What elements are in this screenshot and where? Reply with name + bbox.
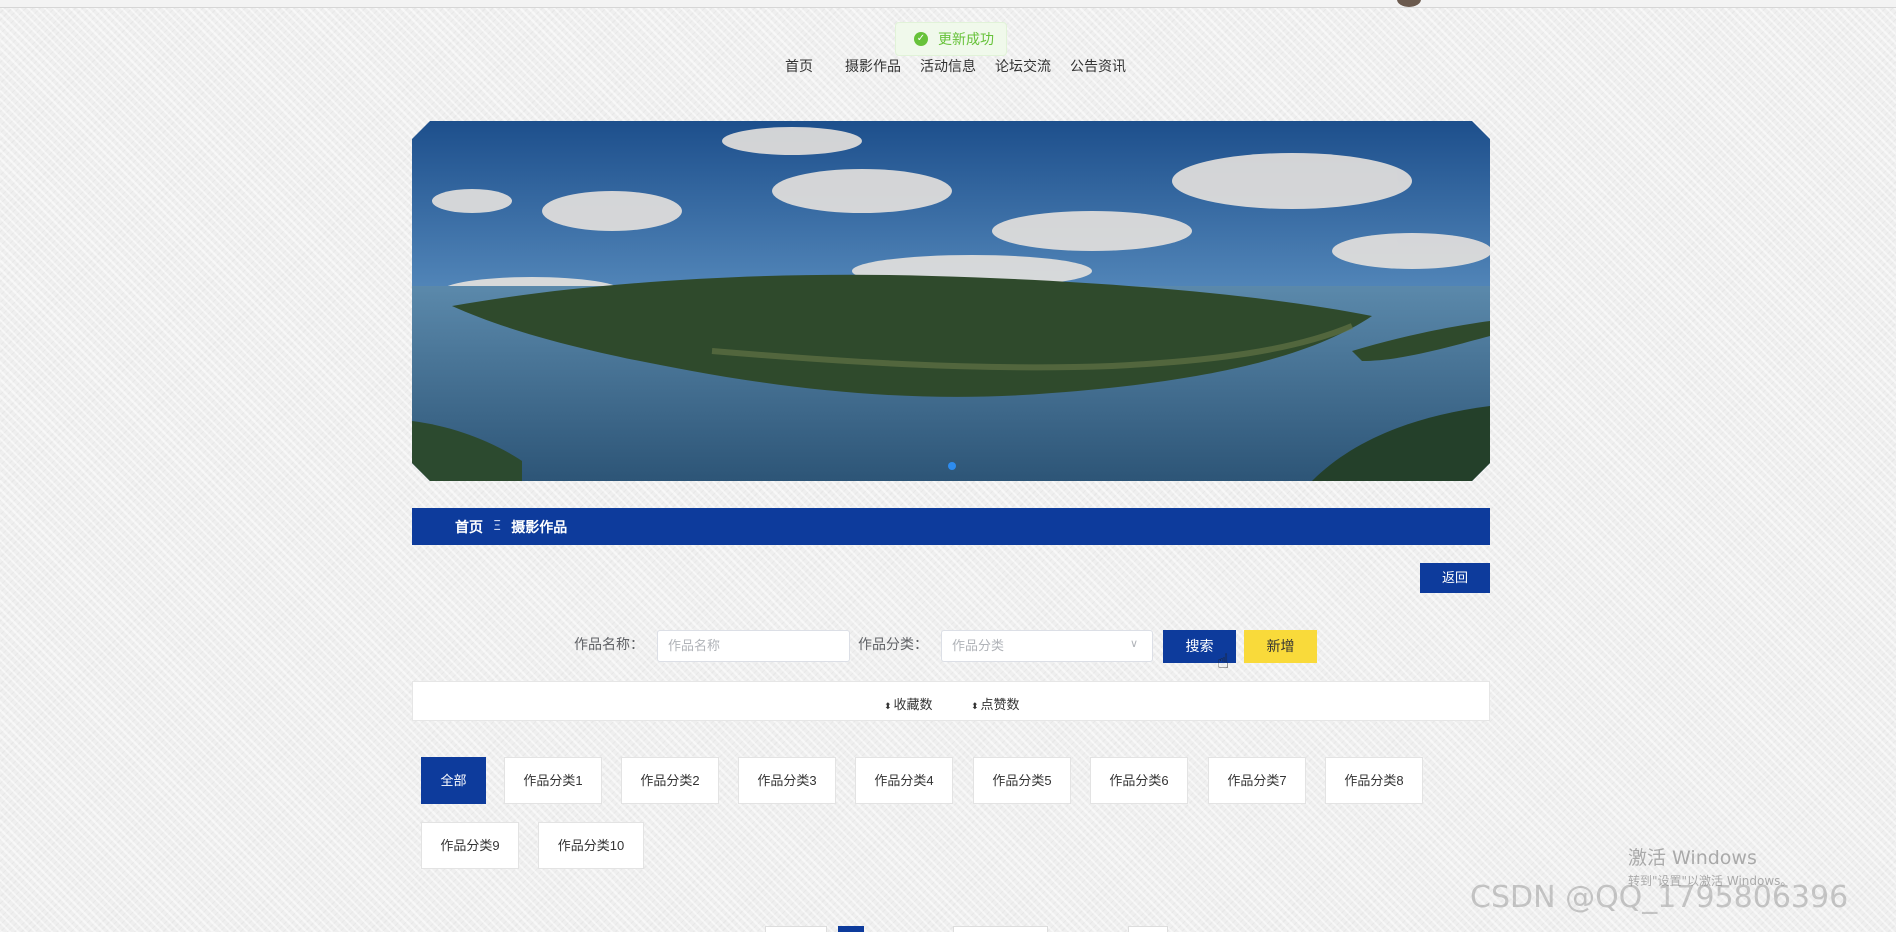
breadcrumb: 首页 Ξ 摄影作品 [412, 508, 1490, 545]
windows-activation-title: 激活 Windows [1628, 847, 1757, 869]
banner-carousel[interactable] [412, 121, 1490, 481]
add-button[interactable]: 新增 [1244, 630, 1317, 663]
nav-home[interactable]: 首页 [785, 56, 813, 78]
category-all[interactable]: 全部 [421, 757, 486, 804]
breadcrumb-current: 摄影作品 [511, 519, 568, 536]
sort-icon: ⬍ [884, 702, 892, 712]
category-item[interactable]: 作品分类4 [855, 757, 953, 804]
check-circle-icon: ✓ [914, 32, 928, 46]
chevron-down-icon: ∨ [1130, 637, 1139, 650]
nav-activities[interactable]: 活动信息 [920, 56, 976, 78]
category-item[interactable]: 作品分类7 [1208, 757, 1306, 804]
category-item[interactable]: 作品分类8 [1325, 757, 1423, 804]
browser-top-strip [0, 0, 1896, 8]
nav-forum[interactable]: 论坛交流 [995, 56, 1051, 78]
work-name-label: 作品名称： [574, 637, 644, 653]
toast-message: 更新成功 [938, 32, 994, 48]
success-toast: ✓ 更新成功 [895, 22, 1007, 56]
pagination-next[interactable] [1128, 926, 1168, 932]
landscape-photo [412, 121, 1490, 481]
category-item[interactable]: 作品分类2 [621, 757, 719, 804]
work-category-select[interactable] [941, 630, 1153, 662]
category-item[interactable]: 作品分类9 [421, 822, 519, 869]
sort-bar: ⬍ 收藏数 ⬍ 点赞数 [412, 681, 1490, 721]
category-item[interactable]: 作品分类10 [538, 822, 644, 869]
breadcrumb-separator-icon: Ξ [493, 519, 502, 534]
sort-likes[interactable]: ⬍ 点赞数 [971, 694, 1020, 713]
sort-icon: ⬍ [971, 702, 979, 712]
carousel-indicator[interactable] [948, 462, 956, 470]
category-item[interactable]: 作品分类5 [973, 757, 1071, 804]
work-category-label: 作品分类： [858, 637, 928, 653]
work-name-input[interactable] [657, 630, 850, 662]
back-button[interactable]: 返回 [1420, 563, 1490, 593]
category-item[interactable]: 作品分类3 [738, 757, 836, 804]
category-item[interactable]: 作品分类1 [504, 757, 602, 804]
csdn-watermark: CSDN @QQ_1795806396 [1470, 880, 1849, 915]
category-item[interactable]: 作品分类6 [1090, 757, 1188, 804]
pagination-current-page[interactable] [838, 926, 864, 932]
sort-favorites[interactable]: ⬍ 收藏数 [884, 694, 933, 713]
sort-likes-label: 点赞数 [980, 698, 1020, 713]
nav-announcements[interactable]: 公告资讯 [1070, 56, 1126, 78]
hand-cursor-icon: ☝ [1217, 649, 1230, 673]
nav-photography[interactable]: 摄影作品 [845, 56, 901, 78]
sort-favorites-label: 收藏数 [893, 698, 933, 713]
pagination-prev[interactable] [765, 926, 827, 932]
breadcrumb-home[interactable]: 首页 [455, 517, 483, 537]
pagination-item[interactable] [953, 926, 1048, 932]
